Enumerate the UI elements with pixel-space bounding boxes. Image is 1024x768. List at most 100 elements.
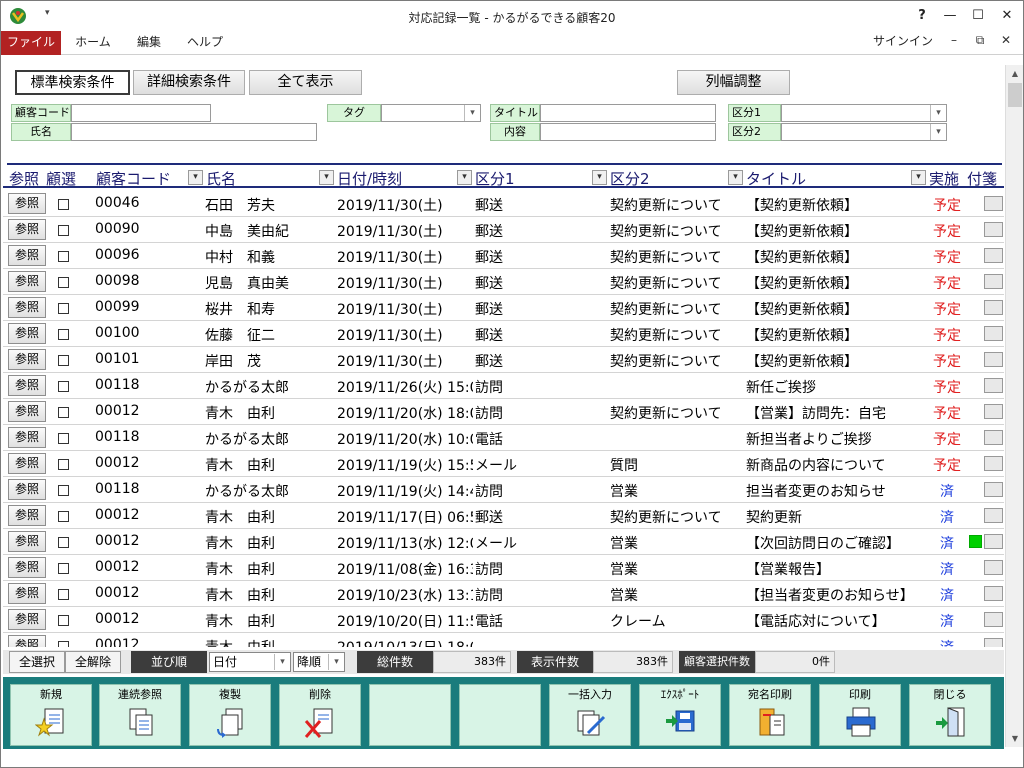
select-checkbox[interactable]	[58, 485, 69, 496]
table-row[interactable]: 参照 00101 岸田 茂 2019/11/30(土) 郵送 契約更新について 【契約更新依…	[3, 347, 1004, 373]
col-name[interactable]: 氏名	[206, 168, 236, 189]
minimize-button[interactable]: —	[939, 5, 961, 27]
table-row[interactable]: 参照 00098 児島 真由美 2019/11/30(土) 郵送 契約更新について 【契約更…	[3, 269, 1004, 295]
col-title[interactable]: タイトル	[746, 168, 806, 189]
column-width-button[interactable]: 列幅調整	[677, 70, 790, 95]
table-row[interactable]: 参照 00012 青木 由利 2019/11/08(金) 16:3 訪問 営業 【営業報告】…	[3, 555, 1004, 581]
ref-button[interactable]: 参照	[8, 427, 46, 448]
col-datetime[interactable]: 日付/時刻	[337, 168, 402, 189]
table-row[interactable]: 参照 00100 佐藤 征二 2019/11/30(土) 郵送 契約更新について 【契約更新…	[3, 321, 1004, 347]
sticky-note-button[interactable]	[984, 404, 1003, 419]
table-row[interactable]: 参照 00046 石田 芳夫 2019/11/30(土) 郵送 契約更新について 【契約更新…	[3, 191, 1004, 217]
select-checkbox[interactable]	[58, 303, 69, 314]
ref-button[interactable]: 参照	[8, 401, 46, 422]
select-checkbox[interactable]	[58, 433, 69, 444]
ref-button[interactable]: 参照	[8, 297, 46, 318]
tab-edit[interactable]: 編集	[125, 31, 173, 55]
detail-search-button[interactable]: 詳細検索条件	[133, 70, 245, 95]
sticky-note-button[interactable]	[984, 222, 1003, 237]
table-row[interactable]: 参照 00012 青木 由利 2019/11/20(水) 18:0 訪問 契約更新について…	[3, 399, 1004, 425]
duplicate-button[interactable]: 複製	[189, 684, 271, 746]
sticky-note-button[interactable]	[984, 586, 1003, 601]
ref-button[interactable]: 参照	[8, 583, 46, 604]
print-button[interactable]: 印刷	[819, 684, 901, 746]
scroll-up-icon[interactable]: ▲	[1006, 65, 1024, 82]
maximize-button[interactable]: ☐	[967, 5, 989, 27]
select-checkbox[interactable]	[58, 589, 69, 600]
inner-close-button[interactable]: ✕	[997, 33, 1015, 47]
select-checkbox[interactable]	[58, 381, 69, 392]
sticky-note-button[interactable]	[984, 456, 1003, 471]
export-button[interactable]: ｴｸｽﾎﾟｰﾄ	[639, 684, 721, 746]
customer-code-input[interactable]	[71, 104, 211, 122]
new-button[interactable]: 新規	[10, 684, 92, 746]
table-row[interactable]: 参照 00012 青木 由利 2019/10/13(日) 18:0 済	[3, 633, 1004, 647]
select-checkbox[interactable]	[58, 459, 69, 470]
table-row[interactable]: 参照 00012 青木 由利 2019/11/19(火) 15:5 メール 質問 新商品の内…	[3, 451, 1004, 477]
sticky-note-button[interactable]	[984, 274, 1003, 289]
table-row[interactable]: 参照 00012 青木 由利 2019/10/23(水) 13:1 訪問 営業 【担当者変更…	[3, 581, 1004, 607]
sort-field-select[interactable]: 日付 ▾	[209, 652, 291, 672]
sticky-note-button[interactable]	[984, 430, 1003, 445]
table-row[interactable]: 参照 00090 中島 美由紀 2019/11/30(土) 郵送 契約更新について 【契約更…	[3, 217, 1004, 243]
scroll-down-icon[interactable]: ▼	[1006, 730, 1024, 747]
title-input[interactable]	[540, 104, 716, 122]
sort-datetime-icon[interactable]: ▾	[457, 170, 472, 185]
deselect-all-button[interactable]: 全解除	[65, 651, 121, 673]
select-checkbox[interactable]	[58, 407, 69, 418]
col-kubun2[interactable]: 区分2	[610, 168, 650, 189]
address-print-button[interactable]: 宛名印刷	[729, 684, 811, 746]
ref-button[interactable]: 参照	[8, 479, 46, 500]
vertical-scrollbar[interactable]: ▲ ▼	[1005, 65, 1023, 747]
ref-button[interactable]: 参照	[8, 219, 46, 240]
continuous-ref-button[interactable]: 連続参照	[99, 684, 181, 746]
table-row[interactable]: 参照 00118 かるがる太郎 2019/11/19(火) 14:4 訪問 営業 担当者変更…	[3, 477, 1004, 503]
sticky-note-button[interactable]	[984, 248, 1003, 263]
sort-title-icon[interactable]: ▾	[911, 170, 926, 185]
sticky-note-button[interactable]	[984, 560, 1003, 575]
select-all-button[interactable]: 全選択	[9, 651, 65, 673]
sticky-note-button[interactable]	[984, 482, 1003, 497]
sticky-note-button[interactable]	[984, 612, 1003, 627]
sticky-note-marker[interactable]	[969, 535, 982, 548]
kubun1-select[interactable]: ▾	[781, 104, 947, 122]
signin-link[interactable]: サインイン	[873, 31, 933, 51]
sticky-note-button[interactable]	[984, 638, 1003, 647]
table-row[interactable]: 参照 00118 かるがる太郎 2019/11/26(火) 15:0 訪問 新任ご挨拶 予定	[3, 373, 1004, 399]
inner-minimize-button[interactable]: –	[945, 33, 963, 47]
table-row[interactable]: 参照 00012 青木 由利 2019/10/20(日) 11:5 電話 クレーム 【電話応…	[3, 607, 1004, 633]
sort-code-icon[interactable]: ▾	[188, 170, 203, 185]
sticky-note-button[interactable]	[984, 508, 1003, 523]
sticky-note-button[interactable]	[984, 352, 1003, 367]
ref-button[interactable]: 参照	[8, 375, 46, 396]
sticky-note-button[interactable]	[984, 300, 1003, 315]
name-input[interactable]	[71, 123, 317, 141]
sticky-note-button[interactable]	[984, 378, 1003, 393]
tab-home[interactable]: ホーム	[69, 31, 117, 55]
ref-button[interactable]: 参照	[8, 609, 46, 630]
ref-button[interactable]: 参照	[8, 453, 46, 474]
sticky-note-button[interactable]	[984, 534, 1003, 549]
sort-kubun1-icon[interactable]: ▾	[592, 170, 607, 185]
select-checkbox[interactable]	[58, 277, 69, 288]
sort-direction-select[interactable]: 降順 ▾	[293, 652, 345, 672]
close-form-button[interactable]: 閉じる	[909, 684, 991, 746]
select-checkbox[interactable]	[58, 537, 69, 548]
ref-button[interactable]: 参照	[8, 245, 46, 266]
ref-button[interactable]: 参照	[8, 271, 46, 292]
select-checkbox[interactable]	[58, 199, 69, 210]
tag-select[interactable]: ▾	[381, 104, 481, 122]
tab-help[interactable]: ヘルプ	[181, 31, 229, 55]
table-row[interactable]: 参照 00118 かるがる太郎 2019/11/20(水) 10:0 電話 新担当者よりご…	[3, 425, 1004, 451]
sort-kubun2-icon[interactable]: ▾	[728, 170, 743, 185]
table-row[interactable]: 参照 00099 桜井 和寿 2019/11/30(土) 郵送 契約更新について 【契約更新…	[3, 295, 1004, 321]
ref-button[interactable]: 参照	[8, 349, 46, 370]
table-row[interactable]: 参照 00012 青木 由利 2019/11/17(日) 06:5 郵送 契約更新について…	[3, 503, 1004, 529]
delete-button[interactable]: 削除	[279, 684, 361, 746]
inner-restore-button[interactable]: ⧉	[971, 33, 989, 48]
sticky-note-button[interactable]	[984, 196, 1003, 211]
select-checkbox[interactable]	[58, 563, 69, 574]
show-all-button[interactable]: 全て表示	[249, 70, 362, 95]
scroll-thumb[interactable]	[1008, 83, 1022, 107]
ref-button[interactable]: 参照	[8, 531, 46, 552]
